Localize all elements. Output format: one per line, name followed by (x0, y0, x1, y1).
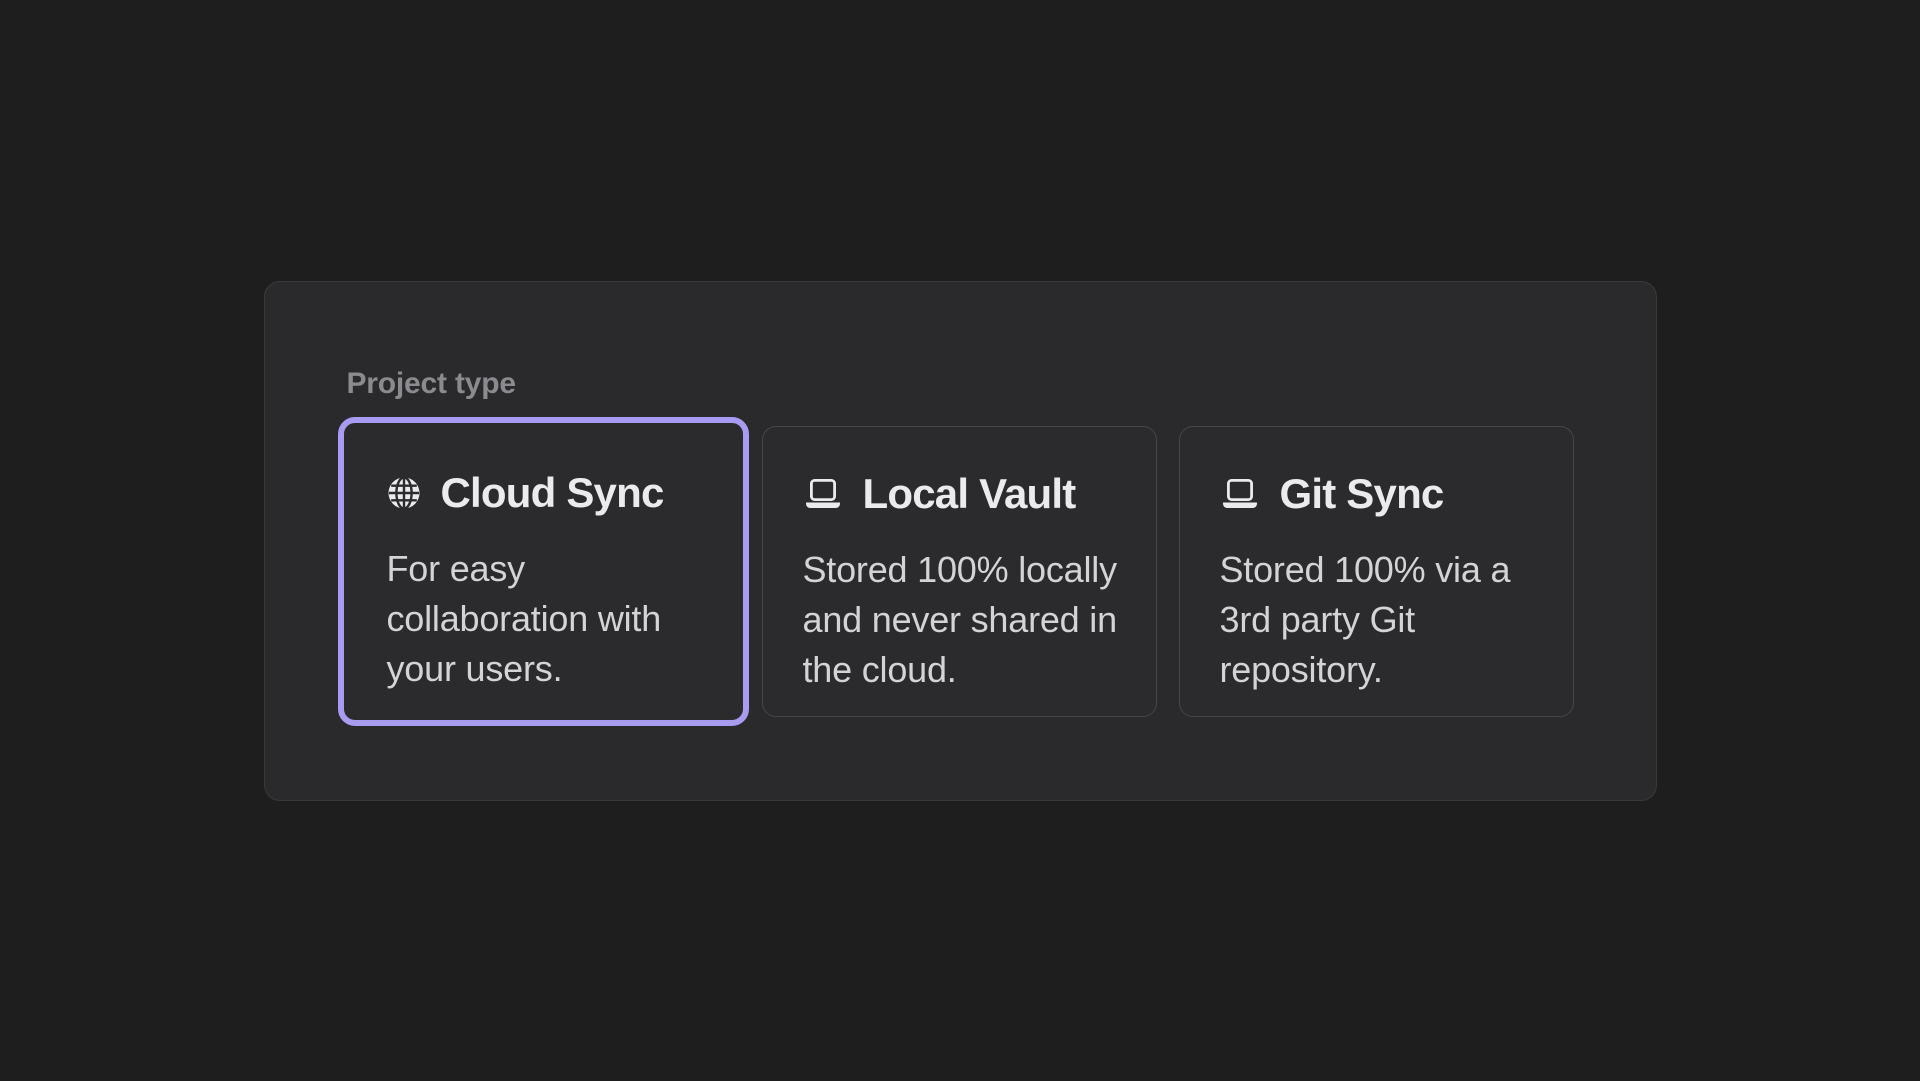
card-header: Git Sync (1220, 469, 1554, 519)
card-title: Cloud Sync (441, 472, 664, 514)
card-title: Git Sync (1280, 473, 1444, 515)
laptop-icon (1220, 478, 1260, 510)
project-type-option-git-sync[interactable]: Git Sync Stored 100% via a 3rd party Git… (1179, 426, 1574, 717)
card-title: Local Vault (863, 473, 1076, 515)
laptop-icon (803, 478, 843, 510)
project-type-option-local-vault[interactable]: Local Vault Stored 100% locally and neve… (762, 426, 1157, 717)
card-description: Stored 100% locally and never shared in … (803, 545, 1137, 695)
project-type-option-cloud-sync[interactable]: Cloud Sync For easy collaboration with y… (338, 417, 749, 726)
card-header: Cloud Sync (387, 468, 721, 518)
project-type-label: Project type (347, 366, 1574, 402)
project-type-panel: Project type Clo (264, 281, 1657, 801)
card-header: Local Vault (803, 469, 1137, 519)
project-type-options: Cloud Sync For easy collaboration with y… (347, 426, 1574, 717)
globe-icon (387, 476, 421, 510)
card-description: For easy collaboration with your users. (387, 544, 721, 694)
card-description: Stored 100% via a 3rd party Git reposito… (1220, 545, 1554, 695)
